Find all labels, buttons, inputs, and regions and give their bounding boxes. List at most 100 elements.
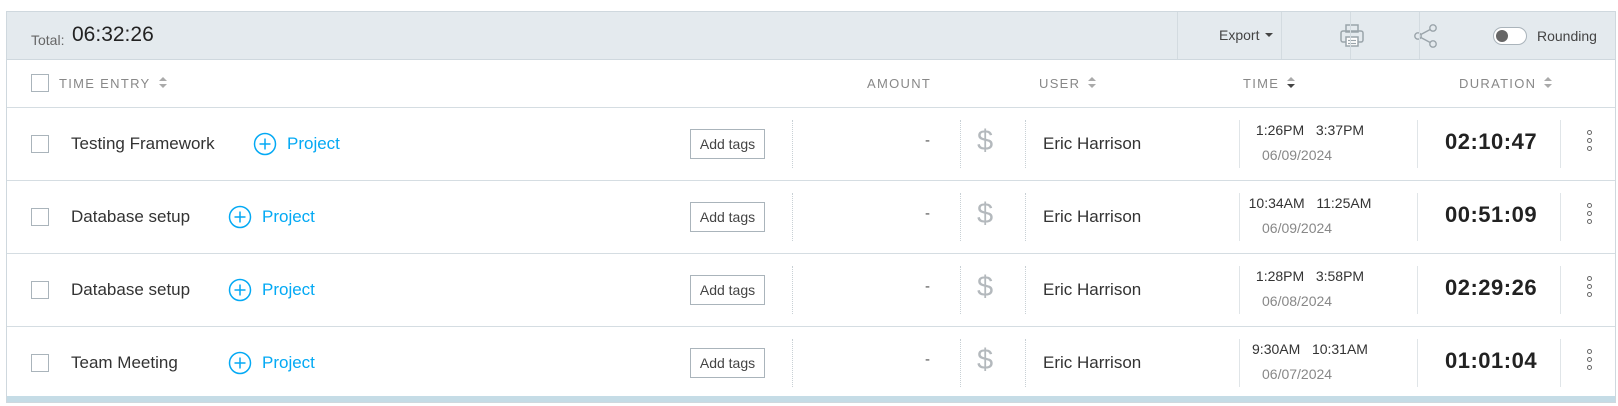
table-header: TIME ENTRY AMOUNT USER TIME DURATION (7, 60, 1615, 108)
more-options-icon[interactable] (1584, 203, 1594, 233)
print-button[interactable] (1337, 22, 1367, 50)
add-project-button[interactable]: Project (253, 132, 340, 156)
add-tags-button[interactable]: Add tags (690, 275, 765, 305)
entry-amount: - (925, 351, 930, 368)
sort-desc-icon (1287, 77, 1296, 89)
col-duration-label: DURATION (1459, 76, 1537, 91)
sort-icon (158, 77, 167, 89)
toolbar-divider (1177, 12, 1178, 59)
column-divider (792, 193, 793, 241)
column-divider (1025, 120, 1026, 168)
time-entries-panel: Total: 06:32:26 Export Rounding TIME ENT… (6, 11, 1616, 403)
col-user-label: USER (1039, 76, 1081, 91)
entry-duration[interactable]: 01:01:04 (1445, 348, 1537, 374)
project-label: Project (262, 280, 315, 299)
column-divider (792, 266, 793, 314)
more-options-icon[interactable] (1584, 130, 1594, 160)
plus-circle-icon (228, 205, 252, 229)
plus-circle-icon (228, 351, 252, 375)
entry-time-range[interactable]: 9:30AM 10:31AM (1240, 341, 1380, 357)
end-time: 11:25AM (1316, 195, 1372, 211)
col-time-entry[interactable]: TIME ENTRY (59, 76, 167, 91)
entry-time-range[interactable]: 1:26PM 3:37PM (1240, 122, 1380, 138)
share-button[interactable] (1411, 22, 1441, 50)
row-checkbox[interactable] (31, 135, 49, 153)
more-options-icon[interactable] (1584, 276, 1594, 306)
rounding-label: Rounding (1537, 28, 1597, 44)
add-tags-button[interactable]: Add tags (690, 202, 765, 232)
table-row: Team Meeting Project Add tags - $ Eric H… (7, 327, 1615, 400)
add-tags-button[interactable]: Add tags (690, 129, 765, 159)
entry-description[interactable]: Database setup (71, 280, 190, 300)
rounding-toggle[interactable] (1493, 27, 1527, 45)
column-divider (792, 339, 793, 387)
total-label: Total: (31, 32, 65, 48)
share-icon (1414, 24, 1437, 48)
table-row: Database setup Project Add tags - $ Eric… (7, 254, 1615, 327)
billable-icon[interactable]: $ (977, 344, 993, 377)
column-divider (1025, 339, 1026, 387)
project-label: Project (287, 134, 340, 153)
toolbar-divider (1281, 12, 1282, 59)
table-row: Testing Framework Project Add tags - $ E… (7, 108, 1615, 181)
scroll-edge (7, 396, 1615, 402)
add-tags-button[interactable]: Add tags (690, 348, 765, 378)
project-label: Project (262, 353, 315, 372)
entry-time-range[interactable]: 10:34AM 11:25AM (1240, 195, 1380, 211)
entry-amount: - (925, 278, 930, 295)
billable-icon[interactable]: $ (977, 271, 993, 304)
row-checkbox[interactable] (31, 354, 49, 372)
entry-duration[interactable]: 02:10:47 (1445, 129, 1537, 155)
caret-down-icon (1265, 33, 1274, 37)
column-divider (960, 193, 961, 241)
col-amount-label: AMOUNT (867, 76, 932, 91)
entry-description[interactable]: Database setup (71, 207, 190, 227)
column-divider (960, 339, 961, 387)
col-time[interactable]: TIME (1243, 76, 1296, 91)
col-user[interactable]: USER (1039, 76, 1097, 91)
add-project-button[interactable]: Project (228, 351, 315, 375)
select-all-checkbox[interactable] (31, 74, 49, 92)
end-time: 10:31AM (1311, 341, 1368, 357)
row-checkbox[interactable] (31, 281, 49, 299)
more-options-icon[interactable] (1584, 349, 1594, 379)
entry-time-range[interactable]: 1:28PM 3:58PM (1240, 268, 1380, 284)
column-divider (1560, 339, 1561, 387)
entry-user[interactable]: Eric Harrison (1043, 207, 1141, 227)
billable-icon[interactable]: $ (977, 125, 993, 158)
col-duration[interactable]: DURATION (1459, 76, 1553, 91)
entry-duration[interactable]: 00:51:09 (1445, 202, 1537, 228)
entry-duration[interactable]: 02:29:26 (1445, 275, 1537, 301)
entry-description[interactable]: Team Meeting (71, 353, 178, 373)
entry-date[interactable]: 06/08/2024 (1262, 293, 1362, 309)
entry-user[interactable]: Eric Harrison (1043, 134, 1141, 154)
table-row: Database setup Project Add tags - $ Eric… (7, 181, 1615, 254)
col-time-entry-label: TIME ENTRY (59, 76, 151, 91)
column-divider (1417, 193, 1418, 241)
column-divider (1025, 193, 1026, 241)
entry-user[interactable]: Eric Harrison (1043, 280, 1141, 300)
entry-amount: - (925, 132, 930, 149)
printer-icon (1340, 24, 1364, 47)
start-time: 9:30AM (1252, 341, 1301, 357)
entry-date[interactable]: 06/09/2024 (1262, 220, 1362, 236)
billable-icon[interactable]: $ (977, 198, 993, 231)
col-time-label: TIME (1243, 76, 1280, 91)
end-time: 3:37PM (1315, 122, 1365, 138)
column-divider (1560, 266, 1561, 314)
toolbar-divider (1419, 12, 1420, 59)
column-divider (1417, 339, 1418, 387)
column-divider (1560, 120, 1561, 168)
add-project-button[interactable]: Project (228, 205, 315, 229)
row-checkbox[interactable] (31, 208, 49, 226)
entry-date[interactable]: 06/09/2024 (1262, 147, 1362, 163)
sort-icon (1544, 77, 1553, 89)
entry-description[interactable]: Testing Framework (71, 134, 215, 154)
entry-date[interactable]: 06/07/2024 (1262, 366, 1362, 382)
entry-user[interactable]: Eric Harrison (1043, 353, 1141, 373)
add-project-button[interactable]: Project (228, 278, 315, 302)
summary-toolbar: Total: 06:32:26 Export Rounding (7, 12, 1615, 60)
export-dropdown[interactable]: Export (1219, 27, 1274, 43)
sort-icon (1088, 77, 1097, 89)
column-divider (792, 120, 793, 168)
